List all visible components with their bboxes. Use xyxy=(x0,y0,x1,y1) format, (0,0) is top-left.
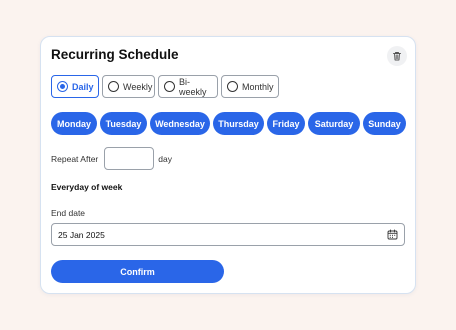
frequency-label: Weekly xyxy=(123,81,153,92)
repeat-after-input[interactable] xyxy=(104,147,155,170)
repeat-unit-label: day xyxy=(158,153,172,164)
day-selector: Monday Tuesday Wednesday Thursday Friday… xyxy=(51,112,406,135)
confirm-button[interactable]: Confirm xyxy=(51,260,224,283)
day-button-monday[interactable]: Monday xyxy=(51,112,97,135)
radio xyxy=(227,81,238,92)
repeat-after-row: Repeat After day xyxy=(51,147,172,170)
card-title: Recurring Schedule xyxy=(51,47,179,62)
recurring-schedule-card: Recurring Schedule Daily Weekly Bi-weekl… xyxy=(40,36,416,294)
day-button-saturday[interactable]: Saturday xyxy=(308,112,360,135)
repeat-after-label: Repeat After xyxy=(51,153,99,164)
day-button-friday[interactable]: Friday xyxy=(267,112,305,135)
frequency-label: Monthly xyxy=(242,81,274,92)
end-date-value: 25 Jan 2025 xyxy=(58,229,105,240)
frequency-label: Daily xyxy=(72,81,94,92)
frequency-label: Bi-weekly xyxy=(179,76,207,97)
frequency-option-bi-weekly[interactable]: Bi-weekly xyxy=(158,75,218,98)
day-button-wednesday[interactable]: Wednesday xyxy=(150,112,210,135)
day-button-thursday[interactable]: Thursday xyxy=(213,112,264,135)
schedule-summary: Everyday of week xyxy=(51,182,123,192)
delete-button[interactable] xyxy=(387,46,407,66)
radio xyxy=(108,81,119,92)
radio xyxy=(164,81,175,92)
frequency-option-daily[interactable]: Daily xyxy=(51,75,99,98)
trash-icon xyxy=(393,52,401,61)
frequency-option-monthly[interactable]: Monthly xyxy=(221,75,279,98)
frequency-options: Daily Weekly Bi-weekly Monthly xyxy=(51,75,279,98)
end-date-label: End date xyxy=(51,208,86,218)
calendar-icon[interactable] xyxy=(387,229,398,240)
day-button-sunday[interactable]: Sunday xyxy=(363,112,406,135)
frequency-option-weekly[interactable]: Weekly xyxy=(102,75,155,98)
end-date-field[interactable]: 25 Jan 2025 xyxy=(51,223,405,246)
radio-selected xyxy=(57,81,68,92)
day-button-tuesday[interactable]: Tuesday xyxy=(100,112,147,135)
